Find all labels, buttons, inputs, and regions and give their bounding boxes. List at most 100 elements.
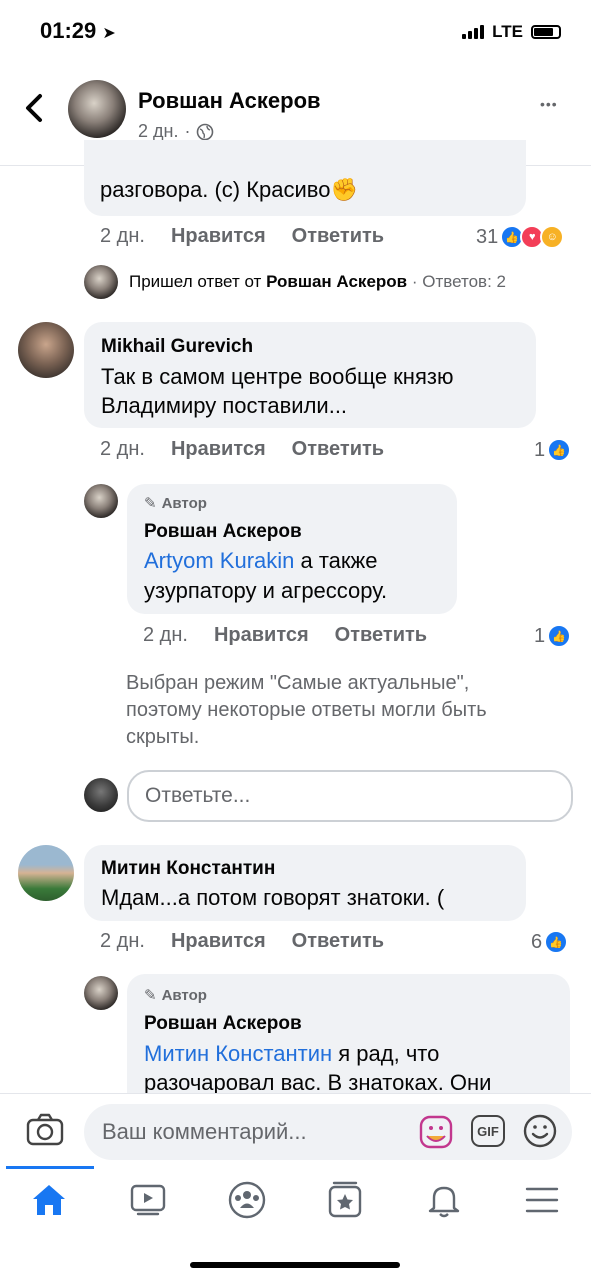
my-avatar [84,778,118,812]
replies-summary-link[interactable]: Пришел ответ от Ровшан Аскеров · Ответов… [129,272,506,292]
comment-time: 2 дн. [100,438,145,460]
reply-button[interactable]: Ответить [292,438,384,461]
reactions-summary[interactable]: 6 👍 [531,930,569,954]
status-indicators: LTE [462,22,561,42]
comment-text-tail: разговора. (с) Красиво [100,177,331,202]
tab-watch[interactable] [130,1183,166,1222]
reply-avatar[interactable] [84,976,118,1010]
page-title[interactable]: Ровшан Аскеров [138,88,321,114]
watch-icon [130,1184,166,1216]
reply-input[interactable]: Ответьте... [127,770,573,822]
comment-text: Мдам...а потом говорят знатоки. ( [101,885,445,910]
reaction-count: 1 [534,438,546,461]
reply-author[interactable]: Ровшан Аскеров [144,1012,302,1036]
reply-button[interactable]: Ответить [292,930,384,953]
tab-pages[interactable] [327,1181,363,1224]
reply-button[interactable]: Ответить [292,225,384,248]
gif-button[interactable]: GIF [471,1115,505,1147]
comment-author[interactable]: Митин Константин [101,857,275,881]
reply-text-1: а также [294,548,378,573]
reply-author-avatar [84,265,118,299]
sort-notice: Выбран режим "Самые актуальные", поэтому… [126,670,487,751]
pages-icon [328,1181,362,1218]
tab-groups[interactable] [227,1180,267,1225]
groups-icon [228,1181,266,1219]
tab-menu[interactable] [524,1186,560,1219]
post-meta: 2 дн. · [138,121,214,142]
author-badge: ✎ Автор [144,494,207,513]
signal-icon [462,25,485,39]
reactions-summary[interactable]: 31 👍 ♥ ☺ [476,225,565,249]
replies-author: Ровшан Аскеров [266,272,408,291]
like-button[interactable]: Нравится [171,225,266,248]
like-reaction-icon: 👍 [547,438,572,462]
replies-count: Ответов: 2 [422,272,506,291]
mention-link[interactable]: Митин Константин [144,1041,332,1066]
like-reaction-icon: 👍 [547,624,572,648]
network-label: LTE [492,22,523,41]
more-options-button[interactable]: ••• [540,96,558,112]
author-badge-label: Автор [161,986,207,1004]
avatar-sticker-icon [419,1115,453,1149]
location-arrow-icon: ➤ [102,25,116,42]
reaction-count: 31 [476,225,499,248]
notice-line-2: поэтому некоторые ответы могли быть [126,699,487,721]
comment-time: 2 дн. [100,225,145,247]
like-reaction-icon: 👍 [544,930,569,954]
camera-button[interactable] [26,1113,64,1152]
reply-line-1: Artyom Kurakin а также [144,546,378,575]
comment-actions: 2 дн. Нравится Ответить [100,225,410,248]
avatar-sticker-button[interactable] [418,1114,454,1155]
status-time: 01:29 ➤ [40,18,116,44]
pen-icon: ✎ [144,987,157,1004]
like-button[interactable]: Нравится [171,438,266,461]
like-button[interactable]: Нравится [171,930,266,953]
tab-notifications[interactable] [426,1181,462,1224]
replies-prefix: Пришел ответ от [129,272,262,291]
like-button[interactable]: Нравится [214,624,309,647]
reactions-summary[interactable]: 1 👍 [534,438,572,462]
reply-actions: 2 дн. Нравится Ответить [143,624,453,647]
reactions-summary[interactable]: 1 👍 [534,624,572,648]
author-avatar[interactable] [68,80,126,138]
comment-input-placeholder: Ваш комментарий... [102,1119,307,1144]
fist-emoji: ✊ [330,177,358,202]
haha-reaction-icon: ☺ [540,225,565,249]
emoji-button[interactable] [522,1113,558,1154]
post-age: 2 дн. [138,121,179,141]
bottom-navigation [0,1169,591,1254]
comment-actions: 2 дн. Нравится Ответить [100,438,410,461]
reply-avatar[interactable] [84,484,118,518]
separator-dot: · [411,272,418,291]
mention-link[interactable]: Artyom Kurakin [144,548,294,573]
separator-dot: · [184,121,191,141]
reply-time: 2 дн. [143,624,188,646]
comment-line-2: Владимиру поставили... [101,393,348,418]
menu-icon [525,1187,559,1213]
commenter-avatar[interactable] [18,322,74,378]
camera-icon [26,1113,64,1146]
notice-line-3: скрыты. [126,726,200,748]
more-options-icon: ••• [540,96,558,112]
tab-home[interactable] [30,1182,68,1223]
battery-icon [531,25,561,39]
reply-line-2: узурпатору и агрессору. [144,578,388,603]
commenter-avatar[interactable] [18,845,74,901]
active-tab-indicator [6,1166,94,1169]
bell-icon [428,1186,460,1218]
reaction-count: 1 [534,624,546,647]
reply-input-placeholder: Ответьте... [145,784,251,807]
back-button[interactable] [20,88,50,128]
reply-author[interactable]: Ровшан Аскеров [144,520,302,544]
globe-icon [197,123,214,140]
notice-line-1: Выбран режим "Самые актуальные", [126,672,470,694]
chevron-left-icon [26,94,42,122]
reply-button[interactable]: Ответить [335,624,427,647]
comment-time: 2 дн. [100,930,145,952]
reply-line-2: разочаровал вас. В знатоках. Они [144,1070,492,1093]
reply-line-2-clip: разочаровал вас. В знатоках. Они [144,1068,574,1093]
clock-text: 01:29 [40,18,97,43]
smile-icon [523,1114,557,1148]
comment-author[interactable]: Mikhail Gurevich [101,335,253,359]
home-indicator [190,1262,400,1268]
